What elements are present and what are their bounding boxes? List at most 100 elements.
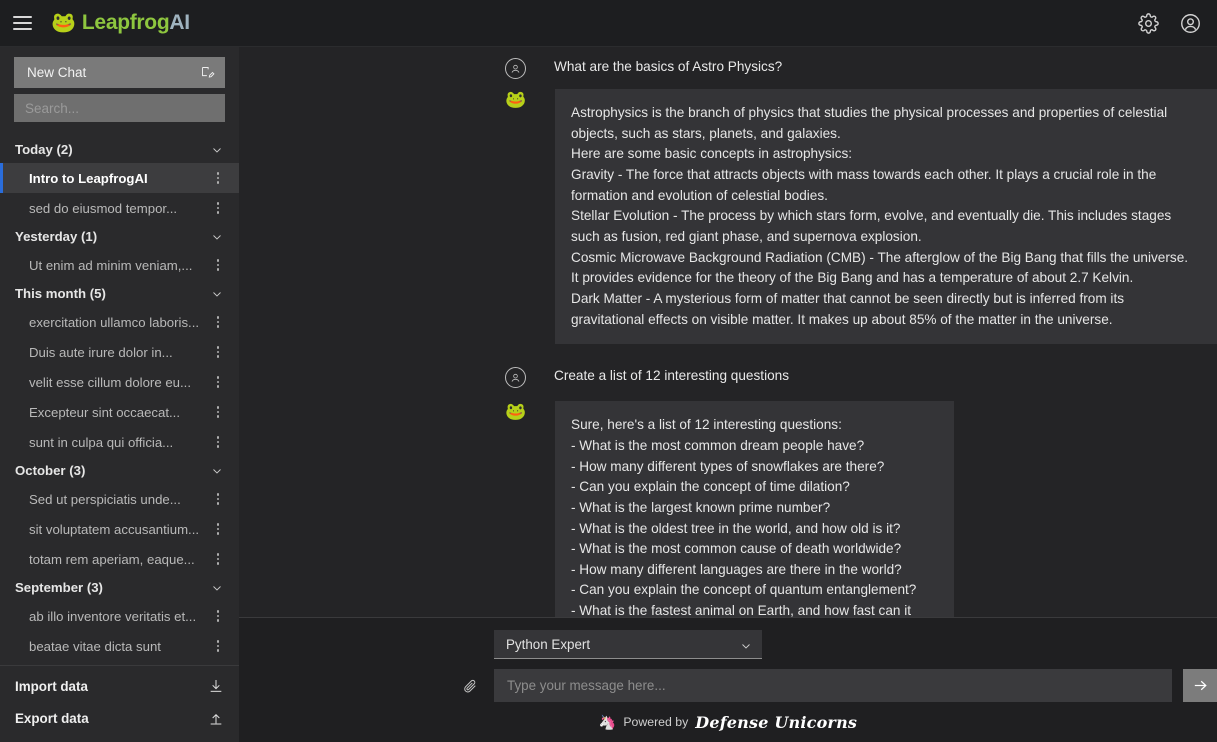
app-root: 🐸 LeapfrogAI New Chat Search... Today (2… [0, 0, 1217, 742]
conversation-options-icon[interactable] [211, 640, 225, 652]
frog-icon: 🐸 [505, 90, 527, 109]
conversation-label: exercitation ullamco laboris... [29, 314, 200, 330]
message-bubble: Astrophysics is the branch of physics th… [555, 89, 1217, 345]
sidebar-group-label: Today (2) [15, 142, 73, 157]
conversation-item[interactable]: sunt in culpa qui officia... [0, 427, 239, 457]
sidebar: New Chat Today (2) Intro to LeapfrogAI s… [0, 47, 239, 742]
conversation-item[interactable]: sit voluptatem accusantium... [0, 514, 239, 544]
chevron-down-icon [211, 582, 223, 594]
conversation-label: beatae vitae dicta sunt [29, 638, 161, 654]
chat-transcript[interactable]: What are the basics of Astro Physics? 🐸 … [239, 47, 1217, 617]
logo-text-secondary: AI [169, 11, 190, 34]
composer: Python Expert 🦄 Powered by [239, 617, 1217, 742]
conversation-label: sed do eiusmod tempor... [29, 200, 178, 216]
message-user: What are the basics of Astro Physics? [239, 47, 1217, 79]
conversation-options-icon[interactable] [211, 523, 225, 535]
conversation-options-icon[interactable] [211, 406, 225, 418]
conversation-item[interactable]: Ut enim ad minim veniam,... [0, 250, 239, 280]
conversation-options-icon[interactable] [211, 202, 225, 214]
sidebar-group-header[interactable]: September (3) [0, 574, 239, 601]
assistant-select[interactable]: Python Expert [494, 630, 762, 659]
user-circle-icon[interactable] [1177, 10, 1203, 36]
new-chat-label: New Chat [27, 65, 87, 80]
sidebar-top: New Chat [0, 47, 239, 128]
conversation-options-icon[interactable] [211, 172, 225, 184]
arrow-right-icon [1194, 680, 1207, 691]
sidebar-group-header[interactable]: Yesterday (1) [0, 223, 239, 250]
gear-icon[interactable] [1135, 10, 1161, 36]
conversation-label: Excepteur sint occaecat... [29, 404, 180, 420]
sidebar-group-header[interactable]: October (3) [0, 457, 239, 484]
conversation-item[interactable]: Excepteur sint occaecat... [0, 397, 239, 427]
conversation-label: totam rem aperiam, eaque... [29, 551, 195, 567]
new-chat-pencil-icon [202, 67, 215, 78]
message-text: Sure, here's a list of 12 interesting qu… [571, 417, 917, 617]
message-input[interactable] [494, 669, 1172, 702]
message-text: What are the basics of Astro Physics? [554, 59, 783, 74]
conversation-item[interactable]: exercitation ullamco laboris... [0, 307, 239, 337]
conversation-label: sunt in culpa qui officia... [29, 434, 174, 450]
conversation-item[interactable]: Intro to LeapfrogAI [0, 163, 239, 193]
message-user: Create a list of 12 interesting question… [239, 344, 1217, 389]
conversation-options-icon[interactable] [211, 610, 225, 622]
sidebar-group-label: This month (5) [15, 286, 106, 301]
conversation-label: velit esse cillum dolore eu... [29, 374, 191, 390]
message-row: What are the basics of Astro Physics? [505, 57, 1217, 79]
body: New Chat Today (2) Intro to LeapfrogAI s… [0, 47, 1217, 742]
conversation-item[interactable]: sed do eiusmod tempor... [0, 193, 239, 223]
message-bubble: Sure, here's a list of 12 interesting qu… [555, 401, 954, 617]
message-text: Create a list of 12 interesting question… [554, 368, 790, 384]
conversation-options-icon[interactable] [211, 346, 225, 358]
conversation-options-icon[interactable] [211, 316, 225, 328]
export-data-label: Export data [15, 710, 89, 726]
user-circle-icon [505, 367, 526, 389]
conversation-options-icon[interactable] [211, 493, 225, 505]
app-logo[interactable]: 🐸 LeapfrogAI [51, 11, 190, 35]
conversation-options-icon[interactable] [211, 259, 225, 271]
import-data-button[interactable]: Import data [0, 670, 239, 702]
message-text: Astrophysics is the branch of physics th… [571, 105, 1189, 327]
conversation-list[interactable]: Today (2) Intro to LeapfrogAI sed do eiu… [0, 128, 239, 665]
conversation-label: Sed ut perspiciatis unde... [29, 491, 181, 507]
logo-text-primary: Leapfrog [81, 11, 170, 34]
conversation-label: Duis aute irure dolor in... [29, 344, 173, 360]
chevron-down-icon [211, 465, 223, 477]
message-row: 🐸 Astrophysics is the branch of physics … [505, 89, 1217, 345]
conversation-options-icon[interactable] [211, 436, 225, 448]
defense-unicorns-brand: Defense Unicorns [695, 712, 858, 732]
paperclip-icon[interactable] [458, 678, 482, 694]
message-row: Create a list of 12 interesting question… [505, 366, 1217, 389]
send-button[interactable] [1183, 669, 1217, 702]
assistant-select-value[interactable]: Python Expert [494, 630, 762, 659]
frog-icon: 🐸 [505, 402, 527, 422]
sidebar-group-header[interactable]: Today (2) [0, 136, 239, 163]
user-circle-icon [505, 58, 526, 79]
conversation-item[interactable]: totam rem aperiam, eaque... [0, 544, 239, 574]
message-input-row [464, 659, 1217, 702]
chevron-down-icon [211, 231, 223, 243]
hamburger-menu-icon[interactable] [13, 12, 35, 34]
footer-branding: 🦄 Powered by Defense Unicorns [239, 702, 1217, 742]
sidebar-group-label: October (3) [15, 463, 86, 478]
powered-by-label: Powered by [623, 715, 689, 729]
conversation-label: Ut enim ad minim veniam,... [29, 257, 193, 273]
sidebar-group-header[interactable]: This month (5) [0, 280, 239, 307]
new-chat-button[interactable]: New Chat [14, 57, 225, 88]
download-icon [210, 680, 222, 692]
assistant-select-wrap: Python Expert [239, 630, 1217, 659]
conversation-options-icon[interactable] [211, 376, 225, 388]
unicorn-icon: 🦄 [598, 713, 617, 730]
search-input[interactable] [14, 94, 225, 122]
conversation-item[interactable]: Duis aute irure dolor in... [0, 337, 239, 367]
export-data-button[interactable]: Export data [0, 702, 239, 734]
message-row: 🐸 Sure, here's a list of 12 interesting … [505, 401, 1217, 617]
conversation-item[interactable]: beatae vitae dicta sunt [0, 631, 239, 661]
sidebar-group-label: September (3) [15, 580, 103, 595]
conversation-label: sit voluptatem accusantium... [29, 521, 200, 537]
message-assistant: 🐸 Sure, here's a list of 12 interesting … [239, 388, 1217, 617]
frog-icon: 🐸 [51, 12, 76, 34]
conversation-options-icon[interactable] [211, 553, 225, 565]
conversation-item[interactable]: velit esse cillum dolore eu... [0, 367, 239, 397]
conversation-item[interactable]: Sed ut perspiciatis unde... [0, 484, 239, 514]
conversation-item[interactable]: ab illo inventore veritatis et... [0, 601, 239, 631]
